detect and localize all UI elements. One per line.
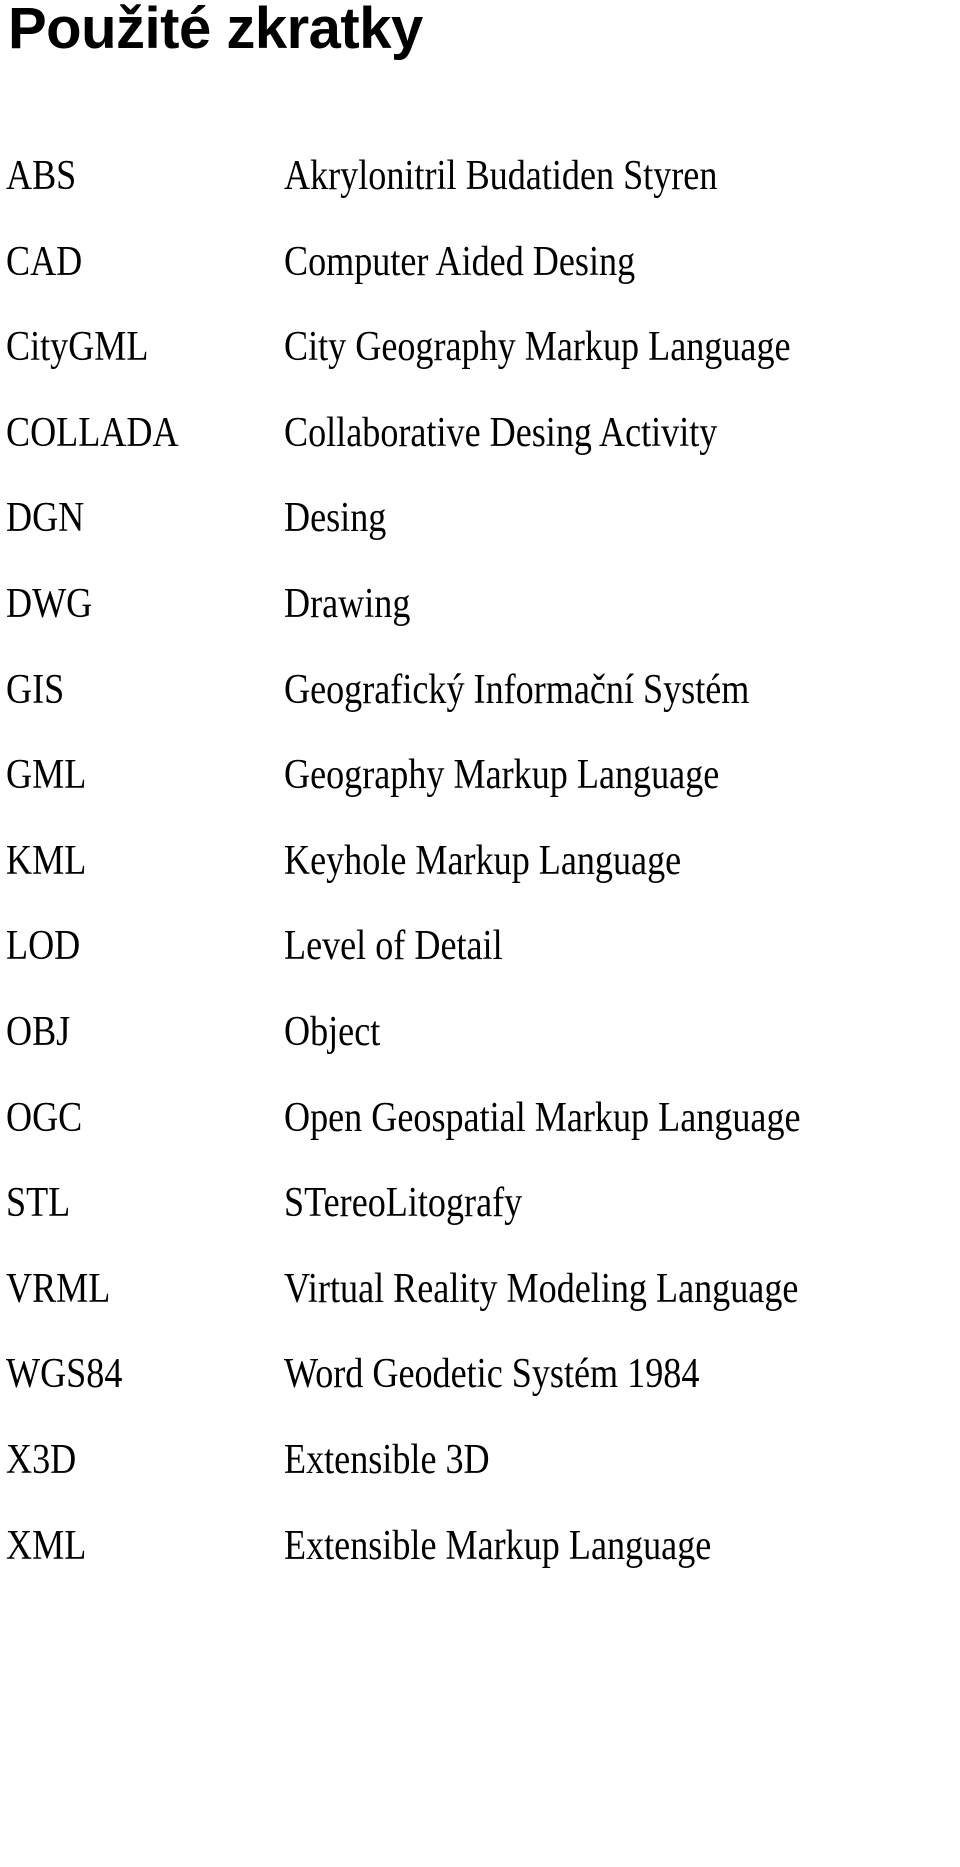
abbreviation-row: GIS Geografický Informační Systém	[0, 658, 960, 744]
abbreviation-row: XML Extensible Markup Language	[0, 1514, 960, 1600]
abbreviation-term: STL	[6, 1180, 71, 1227]
abbreviation-row: COLLADA Collaborative Desing Activity	[0, 401, 960, 487]
abbreviation-definition: Virtual Reality Modeling Language	[284, 1265, 799, 1312]
abbreviation-definition: City Geography Markup Language	[284, 324, 791, 371]
abbreviation-row: CityGML City Geography Markup Language	[0, 315, 960, 401]
abbreviation-term: ABS	[6, 153, 77, 199]
abbreviation-definition: Keyhole Markup Language	[284, 837, 682, 884]
abbreviation-definition: Computer Aided Desing	[284, 238, 636, 285]
abbreviation-definition: Object	[284, 1008, 381, 1055]
abbreviation-definition: Extensible Markup Language	[284, 1522, 712, 1569]
abbreviation-row: X3D Extensible 3D	[0, 1428, 960, 1514]
abbreviation-row: VRML Virtual Reality Modeling Language	[0, 1257, 960, 1343]
abbreviation-definition: Extensible 3D	[284, 1436, 490, 1483]
abbreviation-definition: Drawing	[284, 580, 411, 627]
abbreviation-term: GML	[6, 752, 87, 799]
abbreviation-term: OGC	[6, 1094, 83, 1141]
abbreviation-term: CityGML	[6, 324, 149, 371]
abbreviation-row: STL STereoLitografy	[0, 1171, 960, 1257]
abbreviation-row: LOD Level of Detail	[0, 914, 960, 1000]
abbreviation-definition: Geografický Informační Systém	[284, 666, 750, 713]
abbreviation-definition: Open Geospatial Markup Language	[284, 1094, 801, 1141]
abbreviation-row: ABS Akrylonitril Budatiden Styren	[0, 144, 960, 230]
abbreviation-definition: Level of Detail	[284, 923, 503, 970]
abbreviation-term: OBJ	[6, 1008, 71, 1055]
abbreviation-term: LOD	[6, 923, 81, 970]
abbreviation-row: DWG Drawing	[0, 572, 960, 658]
abbreviation-term: COLLADA	[6, 409, 179, 456]
abbreviation-row: CAD Computer Aided Desing	[0, 230, 960, 316]
abbreviation-term: KML	[6, 837, 87, 884]
abbreviation-term: X3D	[6, 1436, 77, 1483]
abbreviation-definition: Geography Markup Language	[284, 752, 720, 799]
abbreviation-term: DWG	[6, 580, 93, 627]
abbreviation-definition: STereoLitografy	[284, 1180, 523, 1227]
abbreviation-row: GML Geography Markup Language	[0, 743, 960, 829]
abbreviation-definition: Akrylonitril Budatiden Styren	[284, 153, 718, 199]
abbreviation-list: ABS Akrylonitril Budatiden Styren CAD Co…	[0, 144, 960, 1599]
abbreviation-row: OBJ Object	[0, 1000, 960, 1086]
page-title: Použité zkratky	[8, 0, 423, 61]
abbreviation-term: VRML	[6, 1265, 111, 1312]
abbreviation-definition: Word Geodetic Systém 1984	[284, 1351, 700, 1398]
abbreviation-term: CAD	[6, 238, 83, 285]
abbreviation-term: DGN	[6, 495, 85, 542]
abbreviation-definition: Desing	[284, 495, 387, 542]
abbreviation-term: XML	[6, 1522, 87, 1569]
abbreviation-row: KML Keyhole Markup Language	[0, 829, 960, 915]
abbreviation-term: GIS	[6, 666, 65, 713]
abbreviation-row: OGC Open Geospatial Markup Language	[0, 1086, 960, 1172]
abbreviation-row: DGN Desing	[0, 486, 960, 572]
abbreviation-term: WGS84	[6, 1351, 123, 1398]
abbreviation-definition: Collaborative Desing Activity	[284, 409, 718, 456]
abbreviation-row: WGS84 Word Geodetic Systém 1984	[0, 1342, 960, 1428]
